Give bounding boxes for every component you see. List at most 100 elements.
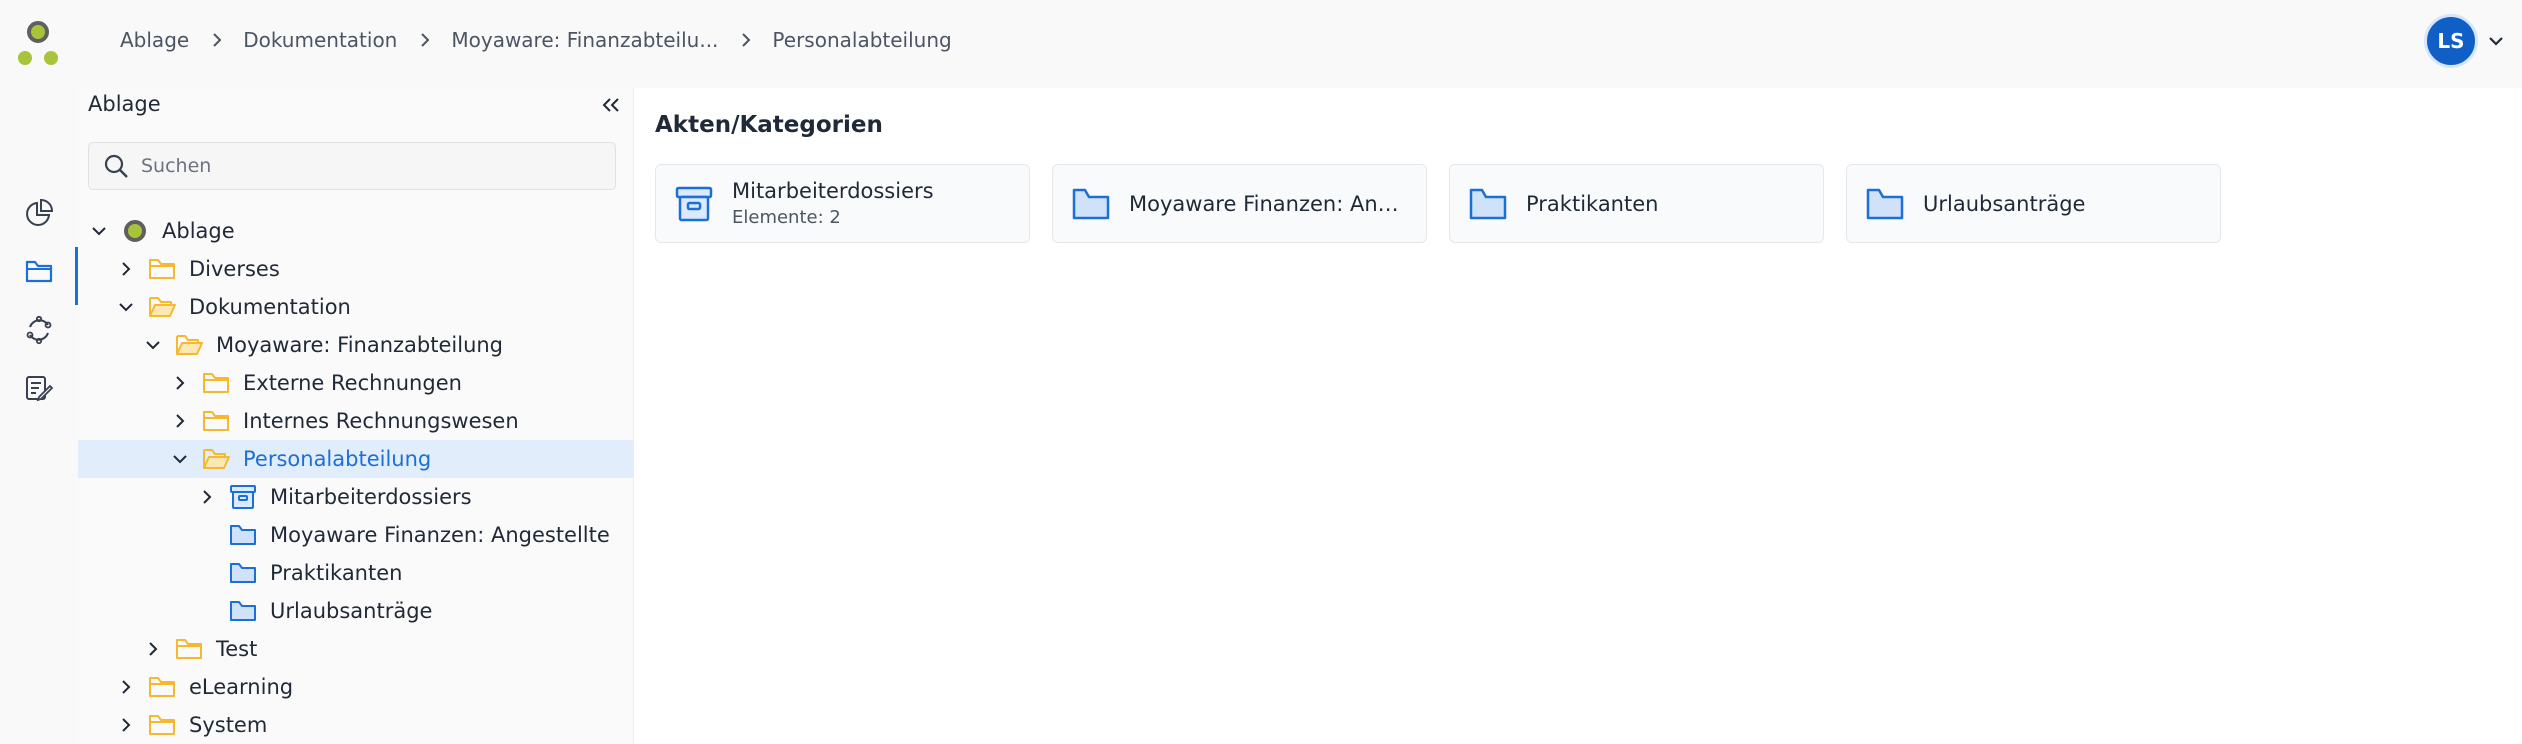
category-folder-icon: [228, 522, 258, 548]
archive-icon: [228, 484, 258, 510]
tree-node[interactable]: Mitarbeiterdossiers: [78, 478, 633, 516]
category-folder-icon: [228, 598, 258, 624]
tree-node-label: Externe Rechnungen: [243, 371, 462, 395]
tree-node[interactable]: Externe Rechnungen: [78, 364, 633, 402]
chevron-right-icon[interactable]: [115, 676, 137, 698]
card-title: Moyaware Finanzen: Anges...: [1129, 191, 1409, 216]
search-box[interactable]: [88, 142, 616, 190]
breadcrumb-item[interactable]: Dokumentation: [243, 28, 397, 52]
tree-node[interactable]: Internes Rechnungswesen: [78, 402, 633, 440]
breadcrumb-item[interactable]: Moyaware: Finanzabteilu...: [451, 28, 718, 52]
chevron-down-icon[interactable]: [2488, 32, 2504, 51]
chevron-right-icon[interactable]: [169, 410, 191, 432]
card-text: Mitarbeiterdossiers Elemente: 2: [732, 179, 934, 228]
tree-node-label: eLearning: [189, 675, 294, 699]
category-folder-icon: [1865, 184, 1905, 224]
folder-icon: [174, 636, 204, 662]
double-chevron-left-icon: [601, 97, 621, 117]
category-card[interactable]: Praktikanten: [1449, 164, 1824, 243]
breadcrumb: Ablage Dokumentation Moyaware: Finanzabt…: [120, 0, 952, 80]
tree-node-label: Urlaubsanträge: [270, 599, 433, 623]
card-text: Urlaubsanträge: [1923, 192, 2085, 216]
category-card[interactable]: Mitarbeiterdossiers Elemente: 2: [655, 164, 1030, 243]
tree-node[interactable]: Moyaware: Finanzabteilung: [78, 326, 633, 364]
app-logo-icon[interactable]: [14, 20, 62, 68]
tree-node[interactable]: Urlaubsanträge: [78, 592, 633, 630]
rail-item-files[interactable]: [0, 247, 78, 305]
chevron-down-icon[interactable]: [169, 448, 191, 470]
card-title: Urlaubsanträge: [1923, 191, 2086, 216]
search-input[interactable]: [141, 155, 581, 177]
breadcrumb-item[interactable]: Ablage: [120, 28, 189, 52]
folder-open-icon: [201, 446, 231, 472]
tree-node-label: Diverses: [189, 257, 280, 281]
sidebar-title: Ablage: [88, 92, 161, 116]
tree-node[interactable]: Ablage: [78, 212, 633, 250]
folder-icon: [201, 370, 231, 396]
rail-item-workflows[interactable]: [0, 306, 78, 358]
category-folder-icon: [1468, 184, 1508, 224]
chevron-down-icon[interactable]: [115, 296, 137, 318]
category-card[interactable]: Moyaware Finanzen: Anges...: [1052, 164, 1427, 243]
breadcrumb-current[interactable]: Personalabteilung: [772, 28, 951, 52]
chevron-right-icon: [740, 33, 754, 47]
tree-node-label: Dokumentation: [189, 295, 351, 319]
ablage-logo-icon: [120, 218, 150, 244]
card-text: Praktikanten: [1526, 192, 1658, 216]
rail-item-dashboard[interactable]: [0, 189, 78, 241]
search-icon: [101, 151, 131, 181]
card-title: Mitarbeiterdossiers: [732, 179, 934, 203]
chevron-right-icon[interactable]: [169, 372, 191, 394]
page-title: Akten/Kategorien: [655, 112, 883, 138]
card-text: Moyaware Finanzen: Anges...: [1129, 192, 1409, 216]
task-list-icon: [24, 373, 54, 407]
chevron-right-icon[interactable]: [115, 258, 137, 280]
tree-node[interactable]: Diverses: [78, 250, 633, 288]
category-card[interactable]: Urlaubsanträge: [1846, 164, 2221, 243]
tree-node[interactable]: Praktikanten: [78, 554, 633, 592]
top-bar: Ablage Dokumentation Moyaware: Finanzabt…: [0, 0, 2522, 88]
tree-node[interactable]: Dokumentation: [78, 288, 633, 326]
sidebar: Ablage Ablage Diverses Dokumentation Moyawa…: [78, 88, 634, 744]
tree-node-label: Internes Rechnungswesen: [243, 409, 519, 433]
tree-node[interactable]: eLearning: [78, 668, 633, 706]
category-folder-icon: [1071, 184, 1111, 224]
tree-node-label: Ablage: [162, 219, 235, 243]
tree-node[interactable]: System: [78, 706, 633, 744]
chevron-down-icon[interactable]: [88, 220, 110, 242]
collapse-sidebar-button[interactable]: [597, 94, 625, 120]
rail-item-tasks[interactable]: [0, 364, 78, 416]
tree-node[interactable]: Moyaware Finanzen: Angestellte: [78, 516, 633, 554]
avatar[interactable]: LS: [2424, 14, 2478, 68]
tree-node-label: Praktikanten: [270, 561, 403, 585]
tree-node-label: Personalabteilung: [243, 447, 432, 471]
archive-icon: [674, 184, 714, 224]
user-menu[interactable]: LS: [2424, 14, 2504, 68]
folder-icon: [147, 712, 177, 738]
chevron-down-icon[interactable]: [142, 334, 164, 356]
chevron-right-icon[interactable]: [115, 714, 137, 736]
tree-node[interactable]: Personalabteilung: [78, 440, 633, 478]
chevron-right-icon[interactable]: [196, 486, 218, 508]
chevron-right-icon: [419, 33, 433, 47]
folder-open-icon: [147, 294, 177, 320]
folder-icon: [24, 256, 54, 290]
nav-rail: [0, 88, 78, 744]
sync-icon: [24, 315, 54, 349]
chevron-right-icon: [211, 33, 225, 47]
tree-node[interactable]: Test: [78, 630, 633, 668]
tree-node-label: System: [189, 713, 268, 737]
tree-node-label: Mitarbeiterdossiers: [270, 485, 472, 509]
folder-open-icon: [174, 332, 204, 358]
card-title: Praktikanten: [1526, 191, 1659, 216]
folder-icon: [147, 256, 177, 282]
tree-node-label: Test: [216, 637, 258, 661]
tree-node-label: Moyaware: Finanzabteilung: [216, 333, 504, 357]
tree-node-label: Moyaware Finanzen: Angestellte: [270, 523, 610, 547]
folder-icon: [201, 408, 231, 434]
folder-icon: [147, 674, 177, 700]
card-subtitle: Elemente: 2: [732, 207, 841, 228]
chevron-right-icon[interactable]: [142, 638, 164, 660]
category-folder-icon: [228, 560, 258, 586]
folder-tree: Ablage Diverses Dokumentation Moyaware: Fin…: [78, 212, 633, 744]
